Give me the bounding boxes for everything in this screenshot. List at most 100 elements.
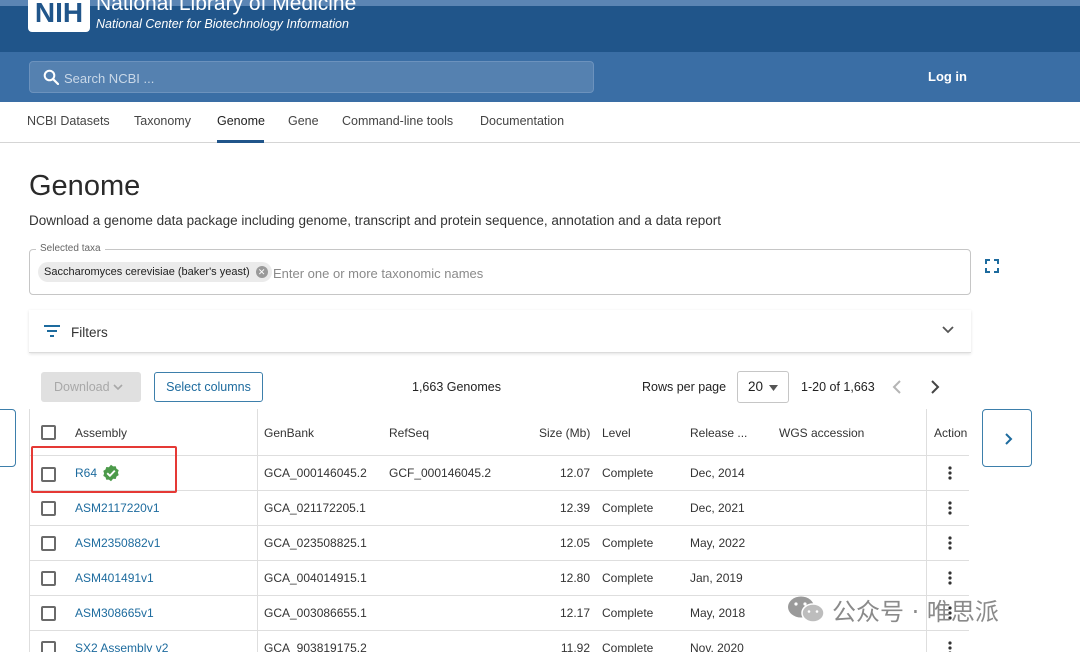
chevron-right-icon[interactable]	[929, 379, 941, 395]
assembly-link[interactable]: ASM308665v1	[75, 606, 154, 620]
page-title: Genome	[29, 170, 141, 202]
column-header-genbank[interactable]: GenBank	[264, 426, 314, 440]
search-input[interactable]	[64, 68, 564, 88]
more-vertical-icon[interactable]	[948, 501, 952, 515]
genbank-accession: GCA_003086655.1	[264, 606, 367, 620]
release-date: Nov, 2020	[690, 641, 744, 652]
org-title: National Library of Medicine	[96, 0, 357, 15]
more-vertical-icon[interactable]	[948, 571, 952, 585]
nav-tabs: NCBI Datasets Taxonomy Genome Gene Comma…	[0, 102, 1080, 143]
select-all-checkbox[interactable]	[41, 425, 56, 440]
row-checkbox[interactable]	[41, 501, 56, 516]
chevron-down-icon	[113, 384, 123, 391]
column-header-refseq[interactable]: RefSeq	[389, 426, 429, 440]
table-row: SX2 Assembly v2 GCA_903819175.2 11.92 Co…	[30, 631, 969, 652]
column-header-wgs[interactable]: WGS accession	[779, 426, 864, 440]
assembly-level: Complete	[602, 466, 654, 480]
ncbi-banner: NIH National Library of Medicine Nationa…	[0, 0, 1080, 52]
more-vertical-icon[interactable]	[948, 536, 952, 550]
assembly-size: 12.05	[559, 536, 590, 550]
assembly-link[interactable]: ASM401491v1	[75, 571, 154, 585]
assembly-size: 12.39	[559, 501, 590, 515]
assembly-link[interactable]: SX2 Assembly v2	[75, 641, 168, 652]
tab-documentation[interactable]: Documentation	[480, 114, 564, 128]
table-row: ASM2350882v1 GCA_023508825.1 12.05 Compl…	[30, 526, 969, 561]
filter-icon	[44, 325, 60, 337]
nih-logo[interactable]: NIH	[28, 0, 90, 32]
table-row: ASM2117220v1 GCA_021172205.1 12.39 Compl…	[30, 491, 969, 526]
org-subtitle: National Center for Biotechnology Inform…	[96, 17, 349, 31]
tab-ncbi-datasets[interactable]: NCBI Datasets	[27, 114, 110, 128]
chevron-left-icon[interactable]	[891, 379, 903, 395]
column-header-action: Action	[934, 426, 968, 440]
genbank-accession: GCA_000146045.2	[264, 466, 367, 480]
login-link[interactable]: Log in	[928, 69, 967, 84]
download-label: Download	[54, 380, 110, 394]
genbank-accession: GCA_903819175.2	[264, 641, 367, 652]
assembly-level: Complete	[602, 501, 654, 515]
row-checkbox[interactable]	[41, 536, 56, 551]
assembly-level: Complete	[602, 641, 654, 652]
rows-per-page-select[interactable]: 20	[737, 371, 789, 403]
chevron-down-icon[interactable]	[942, 325, 954, 335]
table-row: ASM308665v1 GCA_003086655.1 12.17 Comple…	[30, 596, 969, 631]
watermark-text: 公众号 · 唯思派	[832, 598, 999, 626]
taxa-search-input[interactable]	[273, 264, 873, 282]
assembly-level: Complete	[602, 536, 654, 550]
scroll-right-button[interactable]	[982, 409, 1032, 467]
chip-remove-icon[interactable]: ✕	[255, 266, 268, 278]
row-checkbox[interactable]	[41, 641, 56, 652]
assembly-level: Complete	[602, 606, 654, 620]
taxa-legend: Selected taxa	[36, 243, 105, 254]
rows-per-page-label: Rows per page	[642, 380, 727, 394]
release-date: May, 2018	[690, 606, 746, 620]
refseq-accession: GCF_000146045.2	[389, 466, 492, 480]
assembly-link[interactable]: ASM2350882v1	[75, 536, 160, 550]
assembly-size: 12.17	[559, 606, 590, 620]
column-header-assembly[interactable]: Assembly	[75, 426, 127, 440]
genbank-accession: GCA_021172205.1	[264, 501, 366, 515]
rows-per-page-value: 20	[748, 379, 764, 394]
release-date: Jan, 2019	[690, 571, 743, 585]
wechat-icon	[788, 596, 825, 623]
scroll-left-button[interactable]	[0, 409, 16, 467]
tab-taxonomy[interactable]: Taxonomy	[134, 114, 191, 128]
assembly-size: 11.92	[560, 641, 590, 652]
highlight-box	[31, 446, 177, 493]
assembly-size: 12.80	[559, 571, 590, 585]
select-columns-button[interactable]: Select columns	[154, 372, 263, 402]
filters-label: Filters	[71, 325, 108, 340]
search-box[interactable]	[29, 61, 594, 93]
search-icon	[43, 69, 59, 85]
release-date: May, 2022	[690, 536, 746, 550]
active-tab-indicator	[217, 140, 264, 143]
column-header-level[interactable]: Level	[602, 426, 631, 440]
assembly-link[interactable]: ASM2117220v1	[75, 501, 160, 515]
column-header-release[interactable]: Release ...	[690, 426, 747, 440]
filters-panel[interactable]: Filters	[29, 310, 971, 353]
row-checkbox[interactable]	[41, 571, 56, 586]
column-header-size[interactable]: Size (Mb)	[539, 426, 590, 440]
release-date: Dec, 2021	[690, 501, 745, 515]
more-vertical-icon[interactable]	[948, 641, 952, 652]
genbank-accession: GCA_023508825.1	[264, 536, 367, 550]
tab-command-line-tools[interactable]: Command-line tools	[342, 114, 453, 128]
taxon-chip[interactable]: Saccharomyces cerevisiae (baker's yeast)…	[38, 262, 272, 282]
pagination-range: 1-20 of 1,663	[801, 380, 875, 394]
tab-genome[interactable]: Genome	[217, 114, 265, 128]
assembly-level: Complete	[602, 571, 654, 585]
more-vertical-icon[interactable]	[948, 466, 952, 480]
fullscreen-icon[interactable]	[985, 259, 999, 273]
page-description: Download a genome data package including…	[29, 213, 721, 228]
taxon-chip-label: Saccharomyces cerevisiae (baker's yeast)	[44, 266, 250, 278]
row-checkbox[interactable]	[41, 606, 56, 621]
search-bar-row: Log in	[0, 52, 1080, 102]
genbank-accession: GCA_004014915.1	[264, 571, 367, 585]
chevron-right-icon	[1005, 433, 1013, 445]
caret-down-icon	[769, 385, 778, 391]
release-date: Dec, 2014	[690, 466, 745, 480]
download-button[interactable]: Download	[41, 372, 141, 402]
assembly-size: 12.07	[559, 466, 590, 480]
tab-gene[interactable]: Gene	[288, 114, 319, 128]
genome-count: 1,663 Genomes	[412, 380, 501, 394]
